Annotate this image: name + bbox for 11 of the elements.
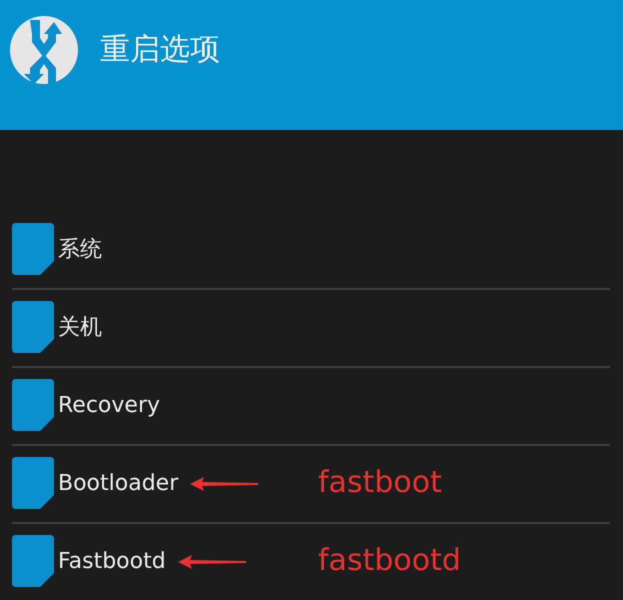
annotation-text: fastboot (318, 464, 442, 500)
annotation-text: fastbootd (318, 542, 461, 578)
screen-title: 重启选项 (100, 31, 220, 69)
reboot-option[interactable]: 关机 (12, 301, 102, 355)
reboot-option[interactable]: 系统 (12, 223, 102, 277)
reboot-option[interactable]: Recovery (12, 379, 160, 433)
arrow-icon (178, 555, 246, 569)
reboot-option[interactable]: Fastbootd (12, 535, 166, 589)
arrow-icon (190, 477, 258, 491)
reboot-option[interactable]: Bootloader (12, 457, 178, 511)
logo-icon (10, 16, 78, 84)
